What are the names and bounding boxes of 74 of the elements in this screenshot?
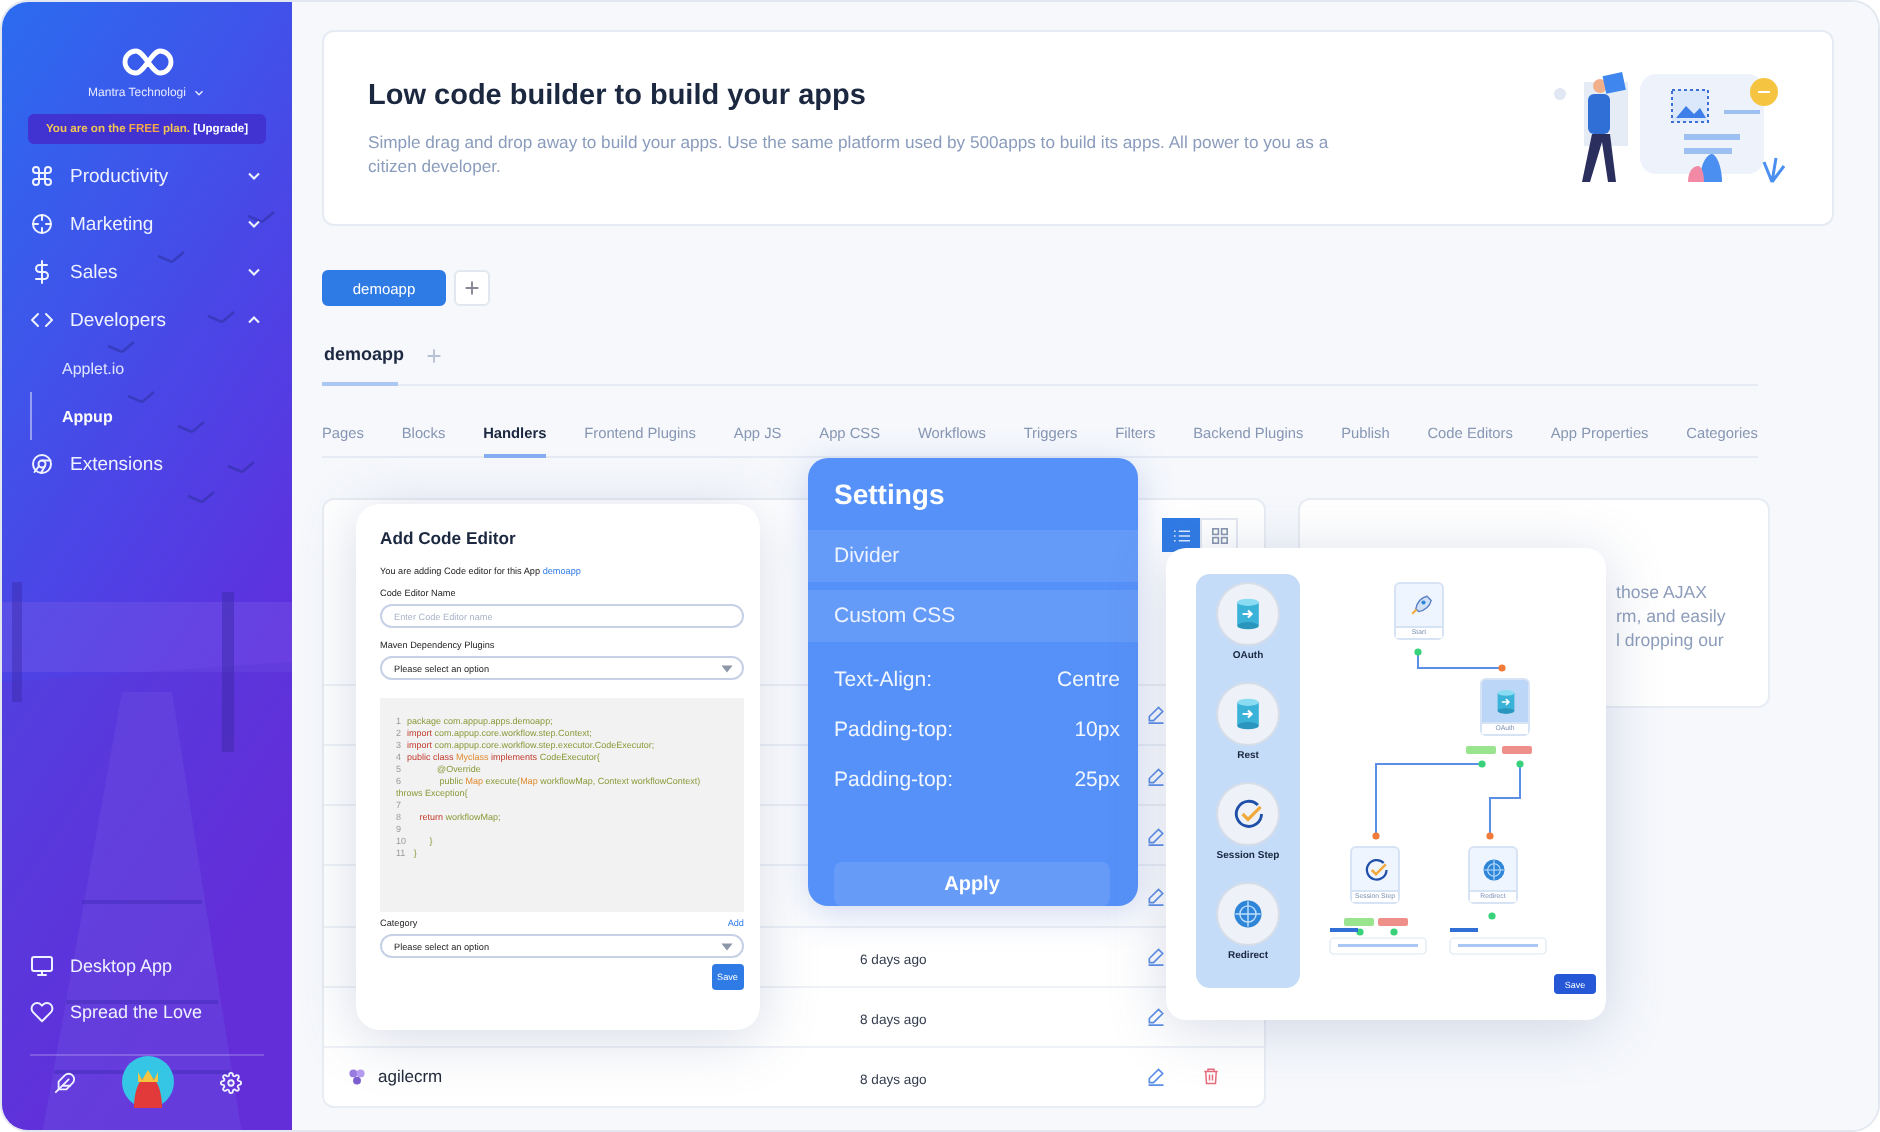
outcome-bar bbox=[1344, 918, 1374, 926]
grid-icon bbox=[1211, 527, 1227, 543]
edit-icon[interactable] bbox=[1146, 765, 1166, 786]
description-line: those AJAX bbox=[1616, 580, 1709, 604]
port-dot bbox=[1516, 760, 1524, 768]
nav-item[interactable]: Developers bbox=[2, 296, 292, 344]
edit-icon[interactable] bbox=[1146, 885, 1166, 906]
description-line: l dropping our bbox=[1616, 628, 1726, 652]
connector-line bbox=[1417, 651, 1503, 669]
edit-icon[interactable] bbox=[1146, 1006, 1166, 1027]
list-icon bbox=[1173, 527, 1189, 543]
app-name: agilecrm bbox=[378, 1066, 443, 1087]
description-line: rm, and easily bbox=[1616, 604, 1728, 628]
settings-icon[interactable] bbox=[219, 1071, 241, 1093]
property-name: Padding-top: bbox=[834, 717, 954, 741]
edit-icon[interactable] bbox=[1146, 946, 1166, 967]
edit-icon[interactable] bbox=[1146, 825, 1166, 846]
monitor-icon bbox=[30, 953, 54, 977]
sidebar-link[interactable]: Desktop App bbox=[2, 942, 292, 988]
plus-icon bbox=[464, 280, 480, 296]
property-name: Text-Align: bbox=[834, 667, 933, 691]
crosshair-icon bbox=[30, 212, 54, 236]
dialog-title: Add Code Editor bbox=[380, 528, 518, 548]
connector-line bbox=[1489, 763, 1521, 837]
panel-title: Settings bbox=[832, 476, 947, 514]
port-dot bbox=[1498, 664, 1506, 672]
outcome-bar bbox=[1378, 918, 1408, 926]
hero-title: Low code builder to build your apps bbox=[368, 79, 868, 111]
port-dot bbox=[1488, 912, 1496, 920]
dollar-icon bbox=[30, 260, 54, 284]
heart-icon bbox=[30, 999, 54, 1023]
property-value: 25px bbox=[1074, 767, 1120, 791]
port-dot bbox=[1356, 928, 1364, 936]
check-icon bbox=[1361, 856, 1389, 884]
add-app-button[interactable] bbox=[454, 270, 490, 306]
check-icon bbox=[1230, 796, 1266, 832]
port-dot bbox=[1372, 832, 1380, 840]
app-icon bbox=[348, 1067, 366, 1086]
outcome-bar bbox=[1466, 746, 1496, 754]
plus-icon[interactable] bbox=[426, 347, 442, 363]
nav-item[interactable]: Productivity bbox=[2, 152, 292, 200]
globe-icon bbox=[1479, 856, 1507, 884]
caret-icon bbox=[720, 663, 734, 673]
hero-text: Simple drag and drop away to build your apps. Use the same platform used by 500apps to build its apps. All power to you as a citizen developer. bbox=[368, 129, 1331, 177]
nav-item[interactable]: Extensions bbox=[2, 440, 292, 488]
property-value: Centre bbox=[1056, 667, 1120, 691]
command-icon bbox=[30, 164, 54, 188]
nav-item[interactable]: Marketing bbox=[2, 200, 292, 248]
port-dot bbox=[1414, 648, 1422, 656]
outcome-bar bbox=[1502, 746, 1532, 754]
delete-icon[interactable] bbox=[1202, 1066, 1220, 1087]
code-icon bbox=[30, 308, 54, 332]
section-row[interactable]: Custom CSS bbox=[808, 590, 1138, 642]
property-value: 10px bbox=[1074, 717, 1120, 741]
aperture-icon bbox=[30, 452, 54, 476]
edit-icon[interactable] bbox=[1146, 704, 1166, 725]
caret-icon bbox=[720, 941, 734, 951]
feather-icon[interactable] bbox=[53, 1071, 75, 1093]
nav-item[interactable]: Sales bbox=[2, 248, 292, 296]
sidebar-link[interactable]: Spread the Love bbox=[2, 988, 292, 1034]
apply-button[interactable]: Apply bbox=[834, 862, 1110, 906]
edit-icon[interactable] bbox=[1146, 1066, 1166, 1087]
sub-nav-item[interactable]: Applet.io bbox=[30, 344, 292, 392]
port-dot bbox=[1486, 832, 1494, 840]
avatar[interactable] bbox=[121, 1056, 173, 1108]
globe-icon bbox=[1230, 896, 1266, 932]
logo-icon bbox=[121, 46, 173, 78]
port-dot bbox=[1478, 760, 1486, 768]
section-row[interactable]: Divider bbox=[808, 530, 1138, 582]
property-name: Padding-top: bbox=[834, 767, 954, 791]
chevron-icon bbox=[191, 86, 206, 100]
connector-line bbox=[1375, 763, 1483, 837]
list-view-button[interactable] bbox=[1162, 518, 1200, 552]
port-dot bbox=[1390, 928, 1398, 936]
